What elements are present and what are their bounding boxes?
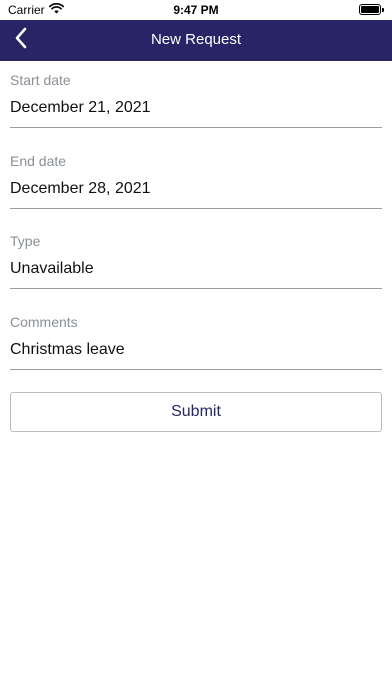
end-date-value[interactable]: December 28, 2021 bbox=[10, 180, 151, 198]
field-underline bbox=[10, 288, 382, 289]
end-date-field[interactable]: End date December 28, 2021 bbox=[10, 142, 382, 223]
battery-tip bbox=[382, 7, 384, 12]
comments-label: Comments bbox=[10, 313, 78, 330]
battery-icon bbox=[359, 4, 381, 15]
comments-value[interactable]: Christmas leave bbox=[10, 341, 125, 359]
field-underline bbox=[10, 127, 382, 128]
type-value[interactable]: Unavailable bbox=[10, 260, 94, 278]
request-form: Start date December 21, 2021 End date De… bbox=[10, 61, 382, 383]
comments-field[interactable]: Comments Christmas leave bbox=[10, 303, 382, 384]
page-title: New Request bbox=[150, 31, 242, 48]
submit-button[interactable]: Submit bbox=[10, 392, 382, 432]
battery-indicator bbox=[359, 4, 384, 15]
status-bar: Carrier 9:47 PM bbox=[0, 0, 392, 20]
new-request-screen: Carrier 9:47 PM New Request Start date D… bbox=[0, 0, 392, 696]
field-underline bbox=[10, 368, 382, 370]
battery-fill bbox=[361, 6, 379, 13]
end-date-label: End date bbox=[10, 152, 67, 169]
field-underline bbox=[10, 207, 382, 209]
start-date-label: Start date bbox=[10, 72, 71, 88]
type-label: Type bbox=[10, 233, 41, 249]
start-date-value[interactable]: December 21, 2021 bbox=[10, 99, 151, 117]
start-date-field[interactable]: Start date December 21, 2021 bbox=[10, 61, 382, 142]
type-field[interactable]: Type Unavailable bbox=[10, 222, 382, 303]
navigation-bar: New Request bbox=[0, 20, 392, 61]
status-time: 9:47 PM bbox=[173, 3, 219, 17]
